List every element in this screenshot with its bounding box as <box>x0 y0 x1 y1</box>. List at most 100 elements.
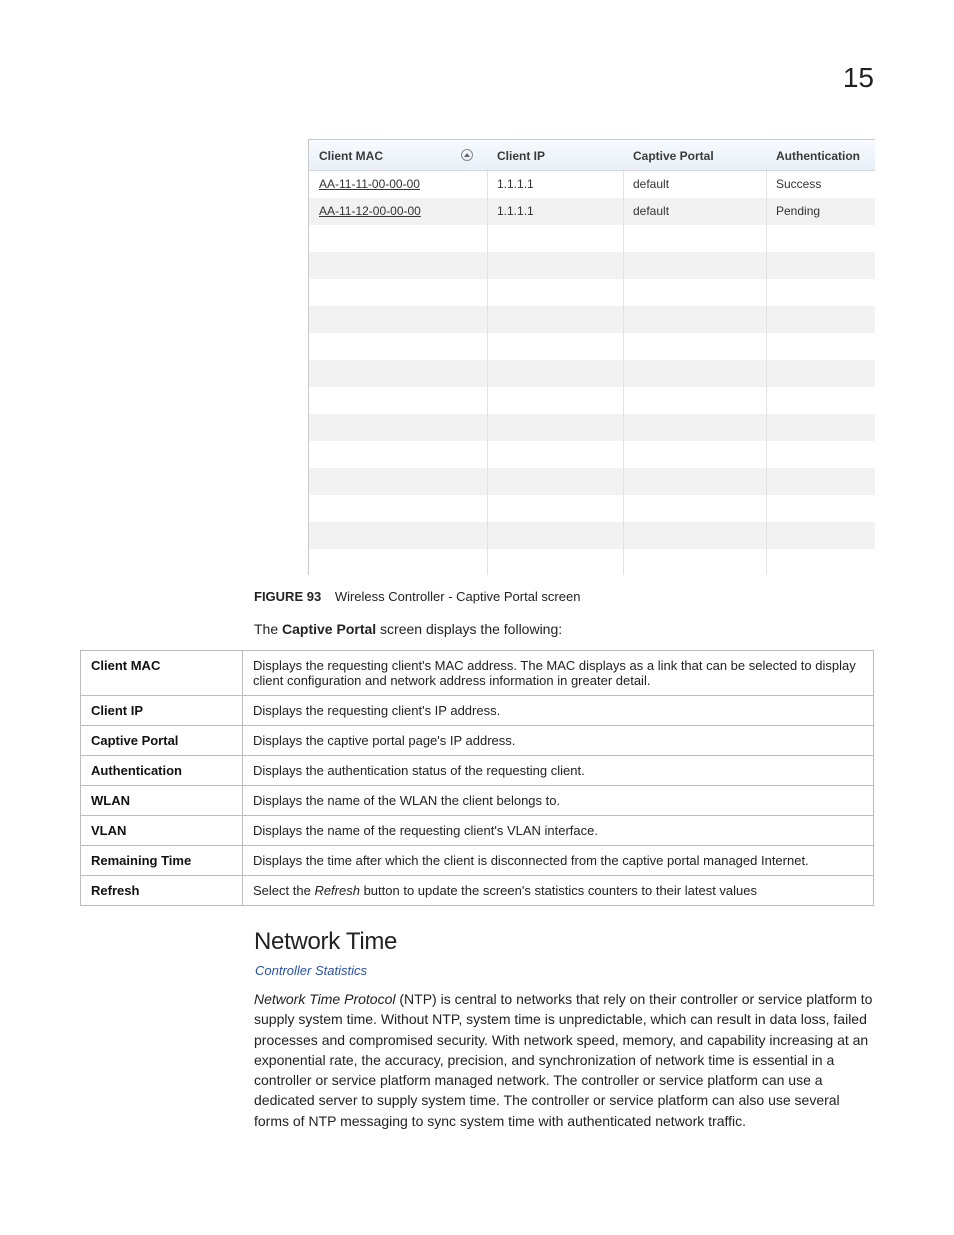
desc-row: Captive PortalDisplays the captive porta… <box>81 726 874 756</box>
captive-portal-screenshot: Client MAC Client IP Captive Portal Auth… <box>308 139 875 575</box>
cell-captive-portal: default <box>623 171 766 198</box>
table-row-empty <box>309 225 875 252</box>
cell-empty <box>487 333 623 360</box>
cell-empty <box>766 279 875 306</box>
cell-empty <box>623 522 766 549</box>
table-row-empty <box>309 360 875 387</box>
cell-empty <box>623 549 766 575</box>
col-header-authentication[interactable]: Authentication <box>766 140 875 170</box>
cell-client-mac: AA-11-11-00-00-00 <box>309 171 487 198</box>
desc-row: AuthenticationDisplays the authenticatio… <box>81 756 874 786</box>
desc-row: RefreshSelect the Refresh button to upda… <box>81 876 874 906</box>
intro-line: The Captive Portal screen displays the f… <box>254 621 562 637</box>
page-number: 15 <box>843 62 874 94</box>
col-header-client-ip[interactable]: Client IP <box>487 140 623 170</box>
cell-empty <box>309 333 487 360</box>
screenshot-rows: AA-11-11-00-00-001.1.1.1defaultSuccessAA… <box>309 171 875 575</box>
cell-empty <box>766 387 875 414</box>
desc-description: Displays the captive portal page's IP ad… <box>243 726 874 756</box>
cell-empty <box>623 441 766 468</box>
table-row-empty <box>309 333 875 360</box>
mac-link[interactable]: AA-11-12-00-00-00 <box>319 204 421 218</box>
cell-empty <box>487 306 623 333</box>
cell-authentication: Pending <box>766 198 875 225</box>
cell-empty <box>487 252 623 279</box>
table-row-empty <box>309 495 875 522</box>
cell-empty <box>623 306 766 333</box>
cell-empty <box>487 522 623 549</box>
desc-description: Displays the time after which the client… <box>243 846 874 876</box>
intro-suffix: screen displays the following: <box>376 621 562 637</box>
cell-empty <box>309 252 487 279</box>
table-row-empty <box>309 468 875 495</box>
cell-empty <box>766 441 875 468</box>
table-row-empty <box>309 441 875 468</box>
cell-empty <box>766 306 875 333</box>
cell-empty <box>309 549 487 575</box>
mac-link[interactable]: AA-11-11-00-00-00 <box>319 177 420 191</box>
table-row-empty <box>309 549 875 575</box>
cell-empty <box>623 279 766 306</box>
desc-term: Client IP <box>81 696 243 726</box>
section-breadcrumb-link[interactable]: Controller Statistics <box>255 963 367 978</box>
cell-empty <box>623 387 766 414</box>
table-row-empty <box>309 252 875 279</box>
cell-empty <box>487 441 623 468</box>
cell-empty <box>309 414 487 441</box>
cell-empty <box>623 495 766 522</box>
desc-row: WLANDisplays the name of the WLAN the cl… <box>81 786 874 816</box>
cell-empty <box>766 225 875 252</box>
desc-row: Remaining TimeDisplays the time after wh… <box>81 846 874 876</box>
cell-empty <box>487 360 623 387</box>
cell-empty <box>766 252 875 279</box>
desc-term: VLAN <box>81 816 243 846</box>
table-row-empty <box>309 279 875 306</box>
col-header-captive-portal[interactable]: Captive Portal <box>623 140 766 170</box>
col-header-client-mac[interactable]: Client MAC <box>309 140 487 170</box>
cell-empty <box>487 414 623 441</box>
sort-asc-icon[interactable] <box>461 149 473 161</box>
cell-empty <box>623 252 766 279</box>
desc-term: Authentication <box>81 756 243 786</box>
cell-empty <box>487 495 623 522</box>
cell-empty <box>623 333 766 360</box>
cell-client-ip: 1.1.1.1 <box>487 198 623 225</box>
desc-term: Remaining Time <box>81 846 243 876</box>
desc-description: Displays the requesting client's IP addr… <box>243 696 874 726</box>
desc-row: VLANDisplays the name of the requesting … <box>81 816 874 846</box>
desc-row: Client MACDisplays the requesting client… <box>81 651 874 696</box>
figure-caption-text: Wireless Controller - Captive Portal scr… <box>335 589 581 604</box>
table-row-empty <box>309 414 875 441</box>
col-header-label: Client MAC <box>319 149 383 163</box>
desc-term: Client MAC <box>81 651 243 696</box>
cell-captive-portal: default <box>623 198 766 225</box>
cell-empty <box>309 468 487 495</box>
cell-empty <box>766 333 875 360</box>
desc-description: Displays the name of the requesting clie… <box>243 816 874 846</box>
col-divider <box>623 171 624 575</box>
desc-description: Displays the requesting client's MAC add… <box>243 651 874 696</box>
field-description-table: Client MACDisplays the requesting client… <box>80 650 874 906</box>
desc-row: Client IPDisplays the requesting client'… <box>81 696 874 726</box>
cell-empty <box>766 414 875 441</box>
cell-empty <box>487 279 623 306</box>
cell-empty <box>309 441 487 468</box>
figure-label: FIGURE 93 <box>254 589 321 604</box>
col-divider <box>487 171 488 575</box>
desc-term: WLAN <box>81 786 243 816</box>
cell-empty <box>623 468 766 495</box>
figure-caption: FIGURE 93 Wireless Controller - Captive … <box>254 589 580 604</box>
desc-description: Displays the authentication status of th… <box>243 756 874 786</box>
cell-empty <box>309 387 487 414</box>
desc-term: Refresh <box>81 876 243 906</box>
cell-empty <box>309 495 487 522</box>
table-row: AA-11-12-00-00-00 1.1.1.1defaultPending <box>309 198 875 225</box>
col-divider <box>766 171 767 575</box>
cell-empty <box>309 360 487 387</box>
section-heading-network-time: Network Time <box>254 928 397 956</box>
desc-description: Select the Refresh button to update the … <box>243 876 874 906</box>
desc-term: Captive Portal <box>81 726 243 756</box>
cell-empty <box>487 225 623 252</box>
cell-empty <box>487 549 623 575</box>
cell-empty <box>766 495 875 522</box>
